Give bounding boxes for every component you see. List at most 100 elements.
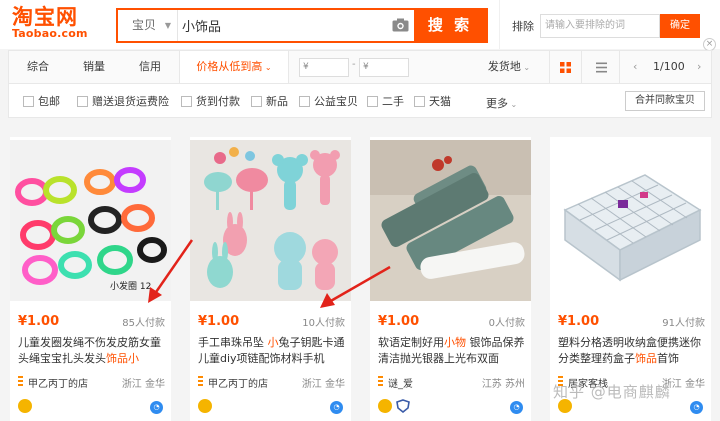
crown-badge-icon [18,399,32,413]
shield-icon [396,399,410,413]
shop-icon [198,376,203,386]
title-highlight: 饰品小 [106,352,139,365]
product-card[interactable]: ¥1.00 0人付款 软语定制好用小物 银饰品保养清洁抛光银器上光布双面 谜_爱… [370,137,531,421]
product-card[interactable]: ¥1.00 91人付款 塑料分格透明收纳盒便携迷你分类整理药盒子饰品首饰 居家客… [550,137,711,421]
shop-link[interactable]: 甲乙丙丁的店 [18,375,88,390]
checkbox[interactable] [77,96,88,107]
exclude-confirm-button[interactable]: 确定 [660,14,700,38]
checkbox[interactable] [181,96,192,107]
shop-link[interactable]: 甲乙丙丁的店 [198,375,268,390]
filter-label: 赠送退货运费险 [92,95,169,108]
sort-sales[interactable]: 销量 [73,51,115,83]
search-category-label: 宝贝 [132,18,157,32]
search-box: 宝贝 ▼ 搜 索 [116,8,488,43]
taobao-logo[interactable]: 淘宝网 Taobao.com [12,6,96,42]
product-price: ¥1.00 [18,314,60,329]
list-view-icon[interactable] [596,62,607,73]
filter-secondhand[interactable]: 二手 [367,96,404,108]
product-sales: 91人付款 [662,318,705,329]
checkbox[interactable] [251,96,262,107]
filter-return-insurance[interactable]: 赠送退货运费险 [77,96,169,108]
wangwang-chat-icon[interactable]: ◔ [330,401,343,414]
product-card[interactable]: ¥1.00 10人付款 手工串珠吊坠 小兔子钥匙卡通 儿童diy项链配饰材料手机… [190,137,351,421]
filter-new[interactable]: 新品 [251,96,288,108]
wangwang-chat-icon[interactable]: ◔ [510,401,523,414]
price-min-input[interactable]: ¥ [299,58,349,77]
product-title[interactable]: 塑料分格透明收纳盒便携迷你分类整理药盒子饰品首饰 [558,335,708,367]
product-price: ¥1.00 [378,314,420,329]
product-image[interactable] [550,140,711,301]
image-caption: 小发圈 12 [110,280,151,292]
checkbox[interactable] [414,96,425,107]
checkbox[interactable] [23,96,34,107]
search-button[interactable]: 搜 索 [414,10,486,41]
product-image[interactable]: 小发圈 12 [10,140,171,301]
search-category-select[interactable]: 宝贝 ▼ [118,10,178,41]
more-filters[interactable]: 更多 ⌄ [486,95,517,111]
top-search-bar: 淘宝网 Taobao.com 宝贝 ▼ 搜 索 排除 请输入要排除的词 确定 × [0,0,720,51]
title-highlight: 饰品 [635,352,657,365]
product-location: 浙江 金华 [301,379,345,390]
filter-label: 二手 [382,95,404,108]
chevron-down-icon: ▼ [164,21,171,30]
price-dash: - [352,59,356,70]
product-location: 江苏 苏州 [481,379,525,390]
filter-label: 包邮 [38,95,60,108]
filter-label: 天猫 [429,95,451,108]
product-sales: 85人付款 [122,318,165,329]
filter-charity[interactable]: 公益宝贝 [299,96,358,108]
logo-text: 淘宝网 [12,5,78,29]
checkbox[interactable] [299,96,310,107]
checkbox[interactable] [367,96,378,107]
product-sales: 10人付款 [302,318,345,329]
camera-icon[interactable] [392,18,409,32]
wangwang-chat-icon[interactable]: ◔ [150,401,163,414]
sort-price-label: 价格从低到高 [196,60,263,73]
filter-cod[interactable]: 货到付款 [181,96,240,108]
filter-label: 新品 [266,95,288,108]
more-label: 更多 [486,97,508,110]
wangwang-chat-icon[interactable]: ◔ [690,401,703,414]
chevron-down-icon: ⌄ [508,100,518,109]
product-price: ¥1.00 [558,314,600,329]
grid-view-icon[interactable] [560,62,571,73]
product-image[interactable] [190,140,351,301]
product-image[interactable] [370,140,531,301]
product-title[interactable]: 儿童发圈发绳不伤发皮筋女童头绳宝宝扎头发头饰品小 [18,335,168,367]
sort-default[interactable]: 综合 [17,51,59,83]
ship-from-label: 发货地 [487,60,521,73]
chevron-left-icon[interactable]: ‹ [633,51,637,83]
title-text: 软语定制好用 [378,336,444,349]
filter-free-shipping[interactable]: 包邮 [23,96,60,108]
exclude-panel: 排除 请输入要排除的词 确定 × [499,0,720,51]
filter-tmall[interactable]: 天猫 [414,96,451,108]
divider [581,51,582,83]
merge-same-items-button[interactable]: 合并同款宝贝 [625,91,705,111]
filter-row: 包邮 赠送退货运费险 货到付款 新品 公益宝贝 二手 天猫 更多 ⌄ 合并同款宝… [8,84,712,118]
product-price: ¥1.00 [198,314,240,329]
shop-name: 甲乙丙丁的店 [28,379,88,390]
sort-credit[interactable]: 信用 [129,51,171,83]
title-text: 首饰 [657,352,679,365]
sort-price-asc[interactable]: 价格从低到高 ⌄ [179,51,289,83]
product-card[interactable]: 小发圈 12 ¥1.00 85人付款 儿童发圈发绳不伤发皮筋女童头绳宝宝扎头发头… [10,137,171,421]
chevron-right-icon[interactable]: › [697,51,701,83]
product-title[interactable]: 软语定制好用小物 银饰品保养清洁抛光银器上光布双面 [378,335,528,367]
crown-badge-icon [198,399,212,413]
crown-badge-icon [378,399,392,413]
sort-bar: 综合 销量 信用 价格从低到高 ⌄ ¥ - ¥ 发货地 ⌄ ‹ 1/100 › [8,50,712,84]
ship-from-select[interactable]: 发货地 ⌄ [479,51,539,83]
search-input[interactable] [182,14,402,37]
shop-icon [18,376,23,386]
price-max-input[interactable]: ¥ [359,58,409,77]
shop-icon [378,376,383,386]
filter-label: 货到付款 [196,95,240,108]
chevron-down-icon: ⌄ [262,63,272,72]
product-title[interactable]: 手工串珠吊坠 小兔子钥匙卡通 儿童diy项链配饰材料手机 [198,335,348,367]
product-location: 浙江 金华 [121,379,165,390]
watermark: 知乎 @电商麒麟 [553,383,671,401]
exclude-input[interactable]: 请输入要排除的词 [540,14,660,38]
shop-link[interactable]: 谜_爱 [378,375,413,390]
page-indicator: 1/100 [653,60,685,73]
chevron-down-icon: ⌄ [520,63,531,72]
